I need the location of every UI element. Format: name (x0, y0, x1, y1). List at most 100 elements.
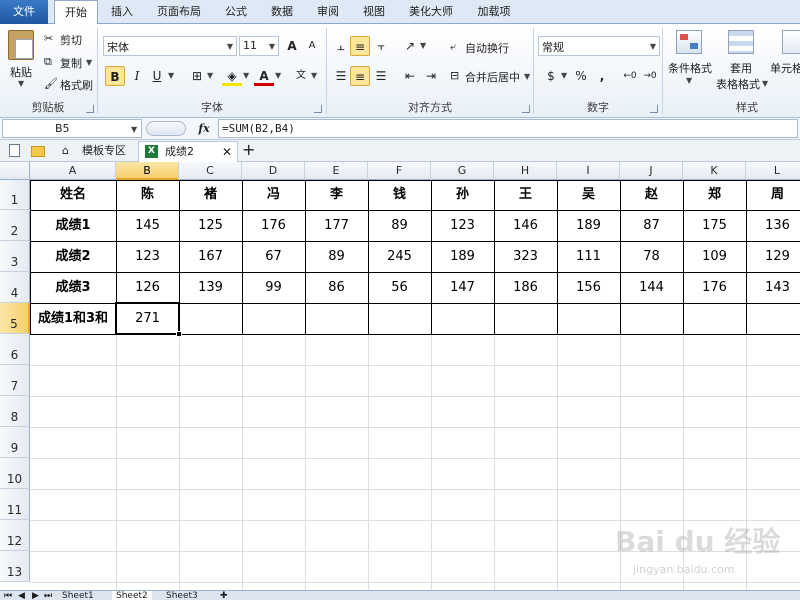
align-middle-icon[interactable]: ≡ (350, 36, 370, 56)
cell-f4[interactable]: 56 (368, 272, 431, 303)
column-header-c[interactable]: C (179, 162, 242, 180)
cell-l4[interactable]: 143 (746, 272, 800, 303)
row-header-2[interactable]: 2 (0, 210, 30, 241)
cell-c2[interactable]: 125 (179, 210, 242, 241)
cell-f3[interactable]: 245 (368, 241, 431, 272)
doc-tab-templates[interactable]: ⌂ 模板专区 (56, 141, 136, 162)
cell-a5[interactable]: 成绩1和3和 (30, 303, 116, 334)
align-left-icon[interactable]: ☰ (331, 66, 351, 86)
increase-indent-icon[interactable]: ⇥ (421, 66, 441, 86)
row-header-9[interactable]: 9 (0, 427, 30, 458)
italic-button[interactable]: I (127, 66, 147, 86)
table-format-label-1[interactable]: 套用 (730, 60, 752, 76)
border-dropdown-icon[interactable]: ▼ (207, 71, 213, 80)
formula-bar-resize-handle[interactable] (146, 121, 186, 136)
format-painter-button[interactable]: 格式刷 (60, 77, 93, 93)
column-header-f[interactable]: F (368, 162, 431, 180)
cell-k1[interactable]: 郑 (683, 180, 746, 210)
grow-font-button[interactable]: A (282, 36, 302, 56)
cell-j5[interactable] (620, 303, 683, 334)
font-name-select[interactable]: 宋体 ▼ (103, 36, 237, 56)
column-header-k[interactable]: K (683, 162, 746, 180)
column-header-g[interactable]: G (431, 162, 494, 180)
cell-b4[interactable]: 126 (116, 272, 179, 303)
cell-l1[interactable]: 周 (746, 180, 800, 210)
cell-a1[interactable]: 姓名 (30, 180, 116, 210)
cell-i4[interactable]: 156 (557, 272, 620, 303)
doc-tab-grades[interactable]: X 成绩2 ✕ (138, 141, 238, 162)
sheet-tab-1[interactable]: Sheet1 (62, 591, 94, 600)
cell-i5[interactable] (557, 303, 620, 334)
conditional-format-icon[interactable] (676, 30, 702, 54)
copy-icon[interactable]: ⧉ (44, 55, 52, 69)
sheet-tab-3[interactable]: Sheet3 (166, 591, 198, 600)
column-header-i[interactable]: I (557, 162, 620, 180)
bold-button[interactable]: B (105, 66, 125, 86)
column-header-d[interactable]: D (242, 162, 305, 180)
cell-k4[interactable]: 176 (683, 272, 746, 303)
underline-dropdown-icon[interactable]: ▼ (168, 71, 174, 80)
cell-j1[interactable]: 赵 (620, 180, 683, 210)
column-header-j[interactable]: J (620, 162, 683, 180)
fill-handle[interactable] (176, 331, 182, 337)
row-header-4[interactable]: 4 (0, 272, 30, 303)
cell-e1[interactable]: 李 (305, 180, 368, 210)
column-header-e[interactable]: E (305, 162, 368, 180)
sheet-tab-2[interactable]: Sheet2 (112, 591, 152, 600)
cell-c5[interactable] (179, 303, 242, 334)
column-header-l[interactable]: L (746, 162, 800, 180)
increase-decimal-icon[interactable]: ←0 (620, 66, 640, 86)
orientation-icon[interactable]: ↗ (400, 36, 420, 56)
cell-f5[interactable] (368, 303, 431, 334)
copy-button[interactable]: 复制 (60, 55, 82, 71)
row-header-5[interactable]: 5 (0, 303, 30, 334)
tab-view[interactable]: 视图 (356, 0, 392, 24)
table-format-dropdown-icon[interactable]: ▼ (762, 79, 768, 88)
decrease-indent-icon[interactable]: ⇤ (400, 66, 420, 86)
first-sheet-icon[interactable]: ⏮ (4, 591, 12, 600)
align-top-icon[interactable]: ⫠ (331, 36, 351, 56)
cell-k2[interactable]: 175 (683, 210, 746, 241)
underline-button[interactable]: U (147, 66, 167, 86)
number-launcher-icon[interactable] (650, 105, 658, 113)
cell-c4[interactable]: 139 (179, 272, 242, 303)
fill-color-icon[interactable]: ◈ (222, 66, 242, 86)
tab-beautify[interactable]: 美化大师 (402, 0, 460, 24)
font-size-select[interactable]: 11 ▼ (239, 36, 279, 56)
cell-styles-button[interactable]: 单元格 (770, 60, 800, 76)
paste-icon[interactable] (8, 30, 34, 60)
comma-button[interactable]: , (592, 66, 612, 86)
cell-a2[interactable]: 成绩1 (30, 210, 116, 241)
cell-e4[interactable]: 86 (305, 272, 368, 303)
row-header-6[interactable]: 6 (0, 334, 30, 365)
paste-button[interactable]: 粘贴 (10, 64, 32, 80)
name-box[interactable]: B5 (2, 119, 142, 138)
close-icon[interactable]: ✕ (222, 142, 232, 162)
cell-k3[interactable]: 109 (683, 241, 746, 272)
merge-center-button[interactable]: 合并后居中 (465, 69, 520, 85)
cell-d4[interactable]: 99 (242, 272, 305, 303)
cell-g3[interactable]: 189 (431, 241, 494, 272)
new-tab-button[interactable]: + (242, 140, 255, 160)
cell-h5[interactable] (494, 303, 557, 334)
cell-g1[interactable]: 孙 (431, 180, 494, 210)
tab-data[interactable]: 数据 (264, 0, 300, 24)
insert-sheet-icon[interactable]: ✚ (220, 591, 228, 600)
clipboard-launcher-icon[interactable] (86, 105, 94, 113)
column-header-h[interactable]: H (494, 162, 557, 180)
align-center-icon[interactable]: ≡ (350, 66, 370, 86)
font-color-dropdown-icon[interactable]: ▼ (275, 71, 281, 80)
select-all-corner[interactable] (0, 162, 30, 180)
last-sheet-icon[interactable]: ⏭ (44, 591, 52, 600)
cell-g5[interactable] (431, 303, 494, 334)
cell-i1[interactable]: 吴 (557, 180, 620, 210)
cell-h4[interactable]: 186 (494, 272, 557, 303)
cell-e2[interactable]: 177 (305, 210, 368, 241)
cut-icon[interactable]: ✂ (44, 32, 53, 45)
orientation-dropdown-icon[interactable]: ▼ (420, 41, 426, 50)
formula-input[interactable]: =SUM(B2,B4) (218, 119, 798, 138)
cell-i3[interactable]: 111 (557, 241, 620, 272)
cell-b1[interactable]: 陈 (116, 180, 179, 210)
wrap-text-button[interactable]: 自动换行 (465, 40, 509, 56)
column-header-b[interactable]: B (116, 162, 179, 180)
